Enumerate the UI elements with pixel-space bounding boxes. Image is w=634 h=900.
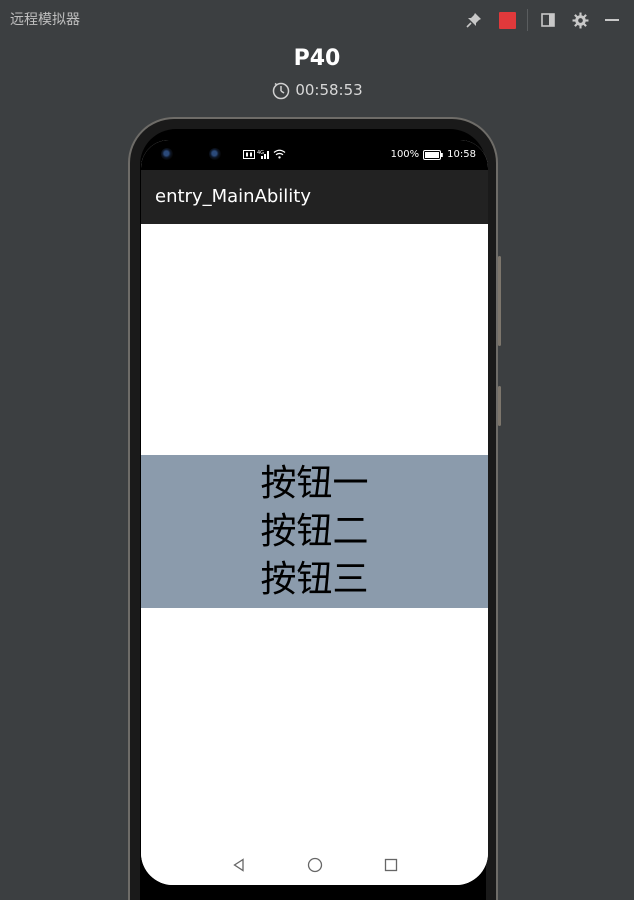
timer-value: 00:58:53 (295, 81, 363, 99)
battery-percent: 100% (390, 149, 420, 160)
status-time: 10:58 (447, 149, 476, 160)
volume-button (498, 256, 501, 346)
app-content: 按钮一 按钮二 按钮三 (141, 224, 488, 844)
back-triangle-icon[interactable] (230, 856, 248, 874)
navigation-bar (141, 844, 488, 885)
stopwatch-icon (271, 80, 291, 100)
window-titlebar: 远程模拟器 (0, 0, 634, 40)
camera-icon (161, 148, 173, 160)
gear-icon[interactable] (570, 10, 590, 30)
camera-icon (209, 148, 221, 160)
signal-icon: 4G (257, 150, 269, 159)
battery-icon (423, 150, 443, 160)
app-title: entry_MainAbility (155, 186, 312, 207)
home-circle-icon[interactable] (306, 856, 324, 874)
recents-square-icon[interactable] (382, 856, 400, 874)
pin-icon[interactable] (464, 10, 484, 30)
button-column: 按钮一 按钮二 按钮三 (141, 455, 488, 608)
titlebar-divider (527, 9, 528, 31)
button-one[interactable]: 按钮一 (260, 460, 368, 508)
dock-panel-icon[interactable] (538, 10, 558, 30)
window-title: 远程模拟器 (10, 12, 80, 28)
status-bar: 4G 100% 10:58 (141, 140, 488, 170)
power-button (498, 386, 501, 426)
sim-icon (243, 149, 255, 159)
session-timer: 00:58:53 (0, 80, 634, 100)
device-name: P40 (293, 46, 341, 71)
button-two[interactable]: 按钮二 (260, 508, 368, 556)
stop-icon[interactable] (497, 10, 517, 30)
app-bar: entry_MainAbility (141, 170, 488, 224)
svg-text:4G: 4G (257, 150, 264, 156)
status-right: 100% 10:58 (391, 148, 476, 162)
button-three[interactable]: 按钮三 (260, 556, 368, 604)
wifi-icon (273, 149, 286, 159)
device-screen[interactable]: 4G 100% 10:58 entry_MainAbility 按钮一 按钮二 … (141, 140, 488, 885)
status-indicators: 4G (243, 149, 286, 159)
minimize-icon[interactable] (602, 10, 622, 30)
